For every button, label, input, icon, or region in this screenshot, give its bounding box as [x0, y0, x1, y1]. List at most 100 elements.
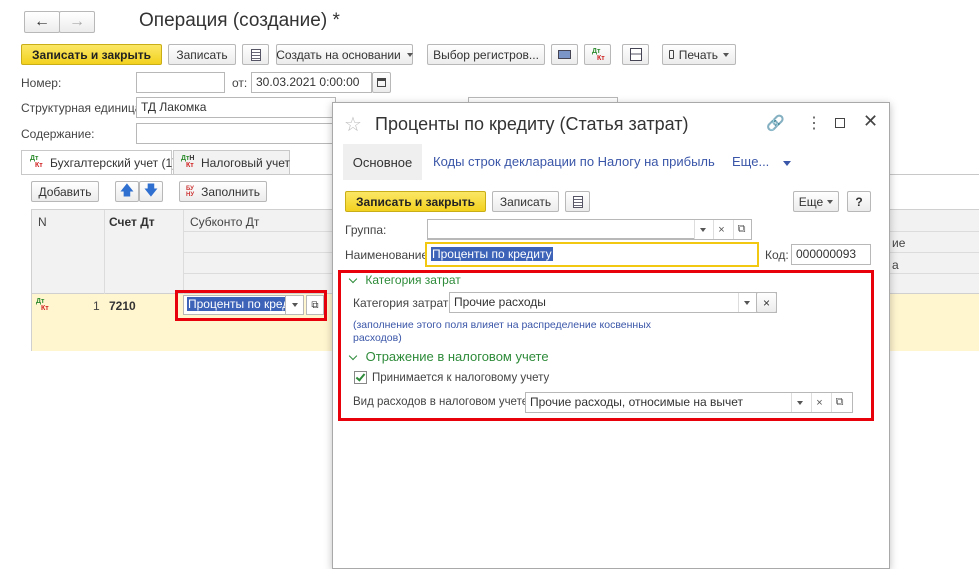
unit-label: Структурная единица: — [21, 101, 145, 115]
tab-more[interactable]: Еще... — [732, 154, 791, 169]
expense-type-label: Вид расходов в налоговом учете: — [353, 396, 532, 408]
number-label: Номер: — [21, 76, 62, 90]
forward-button[interactable]: → — [59, 11, 95, 33]
tab-accounting-label: Бухгалтерский учет (1) — [50, 156, 177, 170]
clear-icon: × — [816, 396, 823, 409]
list-icon — [250, 48, 261, 61]
arrow-left-icon: ← — [34, 13, 50, 30]
cost-category-label: Категория затрат: — [353, 296, 452, 310]
tab-accounting[interactable]: Дт Кт Бухгалтерский учет (1) — [21, 150, 176, 175]
expense-type-dropdown-button[interactable] — [791, 393, 807, 412]
calendar-button[interactable] — [372, 72, 391, 93]
create-based-button[interactable]: Создать на основании — [276, 44, 413, 65]
col-header-right-2: а — [892, 258, 899, 272]
col-header-subconto-dt: Субконто Дт — [190, 215, 260, 229]
printer-icon — [669, 50, 674, 59]
tab-main[interactable]: Основное — [343, 144, 422, 180]
expense-type-open-button[interactable]: ⧉ — [831, 393, 847, 412]
list-icon — [572, 195, 583, 208]
content-label: Содержание: — [21, 127, 95, 141]
date-label: от: — [232, 76, 248, 90]
list-button[interactable] — [242, 44, 269, 65]
tab-declaration-codes[interactable]: Коды строк декларации по Налогу на прибы… — [433, 154, 715, 169]
tax-section-title: Отражение в налоговом учете — [365, 349, 549, 364]
expense-type-clear-button[interactable]: × — [811, 393, 827, 412]
pencil-icon — [558, 50, 571, 59]
col-header-right: ие — [892, 236, 906, 250]
cost-category-field[interactable]: Прочие расходы — [449, 292, 777, 313]
create-based-label: Создать на основании — [276, 47, 401, 62]
row-number: 1 — [93, 299, 100, 313]
dialog-window: ☆ Проценты по кредиту (Статья затрат) 🔗 … — [332, 102, 890, 569]
dtkt-button[interactable]: Дт Кт — [584, 44, 611, 65]
col-header-account-dt: Счет Дт — [109, 215, 155, 229]
fill-label: Заполнить — [201, 184, 260, 199]
cost-category-dropdown-button[interactable] — [738, 293, 754, 312]
subconto-field[interactable]: Проценты по кред — [183, 295, 286, 315]
unit-field[interactable]: ТД Лакомка — [136, 97, 336, 118]
subconto-dropdown-button[interactable] — [285, 295, 304, 315]
dialog-list-button[interactable] — [565, 191, 590, 212]
maximize-icon[interactable] — [835, 118, 845, 128]
structure-button[interactable] — [622, 44, 649, 65]
open-icon: ⧉ — [311, 299, 319, 311]
chevron-down-icon — [291, 303, 298, 307]
name-field[interactable]: Проценты по кредиту — [425, 242, 759, 267]
add-row-button[interactable]: Добавить — [31, 181, 99, 202]
print-button[interactable]: Печать — [662, 44, 736, 65]
dtkt-icon: Дт Кт — [36, 298, 49, 312]
tab-tax-label: Налоговый учет — [201, 156, 290, 170]
registers-button[interactable]: Выбор регистров... — [427, 44, 545, 65]
dialog-more-button[interactable]: Еще — [793, 191, 839, 212]
dtkt-icon: Дт Кт — [592, 48, 605, 62]
dtkt-tax-icon: ДтН Кт — [181, 155, 195, 169]
more-vertical-icon[interactable]: ⋮ — [806, 113, 822, 133]
arrow-down-icon: 🡇 — [143, 181, 159, 198]
name-label: Наименование: — [345, 248, 432, 262]
check-icon — [355, 371, 366, 382]
chevron-down-icon — [348, 351, 358, 361]
tab-tax[interactable]: ДтН Кт Налоговый учет — [173, 150, 290, 174]
cost-category-clear-button[interactable]: × — [756, 292, 777, 313]
chevron-down-icon — [348, 274, 358, 284]
save-close-button[interactable]: Записать и закрыть — [21, 44, 162, 65]
chevron-down-icon — [406, 52, 413, 57]
code-field[interactable]: 000000093 — [791, 244, 871, 265]
group-field-border — [427, 219, 752, 240]
subconto-value: Проценты по кред — [187, 297, 285, 311]
cost-category-section[interactable]: Категория затрат — [348, 273, 461, 287]
chevron-down-icon — [782, 161, 791, 166]
print-label: Печать — [678, 47, 718, 62]
fill-button[interactable]: БУ НУ Заполнить — [179, 181, 267, 202]
dtkt-icon: Дт Кт — [30, 155, 43, 169]
chevron-down-icon — [827, 199, 834, 204]
name-value: Проценты по кредиту — [431, 247, 553, 261]
edit-icon-button[interactable] — [551, 44, 578, 65]
dialog-save-close-button[interactable]: Записать и закрыть — [345, 191, 486, 212]
close-icon[interactable]: ✕ — [863, 111, 878, 132]
cost-category-note: (заполнение этого поля влияет на распред… — [353, 319, 652, 344]
move-up-button[interactable]: 🡅 — [115, 181, 139, 202]
star-icon[interactable]: ☆ — [344, 112, 362, 137]
move-down-button[interactable]: 🡇 — [139, 181, 163, 202]
back-button[interactable]: ← — [24, 11, 60, 33]
code-label: Код: — [765, 248, 789, 262]
content-field[interactable] — [136, 123, 336, 144]
tax-accepted-label: Принимается к налоговому учету — [372, 372, 550, 384]
group-label: Группа: — [345, 223, 387, 237]
save-button[interactable]: Записать — [168, 44, 236, 65]
clear-icon: × — [762, 295, 770, 310]
help-button[interactable]: ? — [847, 191, 871, 212]
link-icon[interactable]: 🔗 — [766, 114, 785, 132]
calendar-icon — [377, 78, 386, 87]
chevron-down-icon — [743, 300, 750, 305]
number-field[interactable] — [136, 72, 225, 93]
row-account: 7210 — [109, 299, 136, 313]
tax-accepted-checkbox[interactable] — [354, 371, 367, 384]
tab-more-label: Еще... — [732, 154, 770, 169]
dialog-save-button[interactable]: Записать — [492, 191, 559, 212]
tax-section[interactable]: Отражение в налоговом учете — [348, 349, 549, 364]
bu-nu-icon: БУ НУ — [186, 185, 195, 198]
subconto-open-button[interactable]: ⧉ — [306, 295, 324, 315]
date-field[interactable]: 30.03.2021 0:00:00 — [251, 72, 372, 93]
